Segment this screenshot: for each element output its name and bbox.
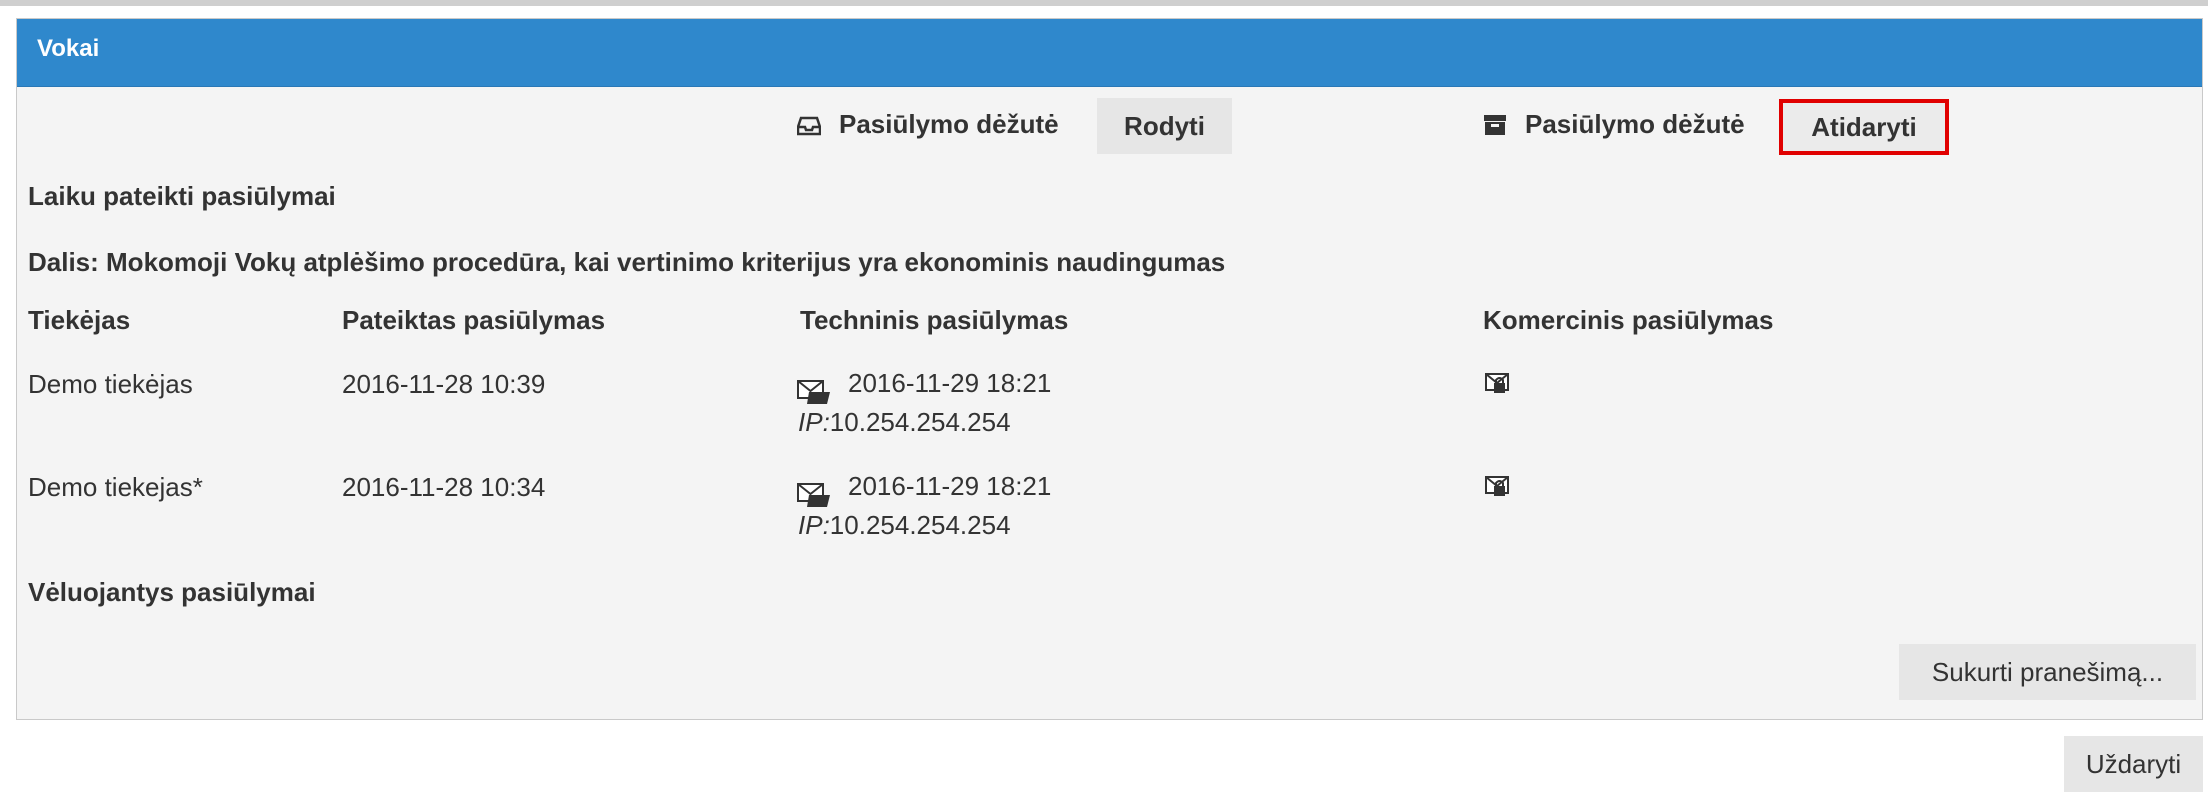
row-1-technical-ip: IP:10.254.254.254 (798, 407, 1011, 438)
opened-envelope-icon[interactable] (797, 479, 833, 509)
close-button[interactable]: Uždaryti (2064, 736, 2203, 792)
row-2-submitted: 2016-11-28 10:34 (342, 472, 546, 502)
row-2-supplier: Demo tiekejas* (28, 472, 203, 502)
panel-title: Vokai (37, 35, 100, 62)
archive-box-icon (1484, 115, 1506, 135)
row-1-supplier: Demo tiekėjas (28, 369, 193, 399)
envelope-box-label-1: Pasiūlymo dėžutė (839, 109, 1059, 139)
column-header-technical: Techninis pasiūlymas (800, 305, 1069, 335)
ip-value: 10.254.254.254 (829, 407, 1011, 437)
lot-heading: Dalis: Mokomoji Vokų atplėšimo procedūra… (28, 247, 1226, 277)
column-header-submitted: Pateiktas pasiūlymas (342, 305, 606, 335)
row-2-technical-ip: IP:10.254.254.254 (798, 510, 1011, 541)
create-message-button[interactable]: Sukurti pranešimą... (1899, 644, 2196, 700)
envelope-box-label-2: Pasiūlymo dėžutė (1525, 109, 1745, 139)
ip-label: IP: (798, 407, 830, 437)
column-header-supplier: Tiekėjas (28, 305, 131, 335)
ip-label: IP: (798, 510, 830, 540)
open-envelope-box-button[interactable]: Atidaryti (1779, 99, 1949, 155)
column-header-commercial: Komercinis pasiūlymas (1483, 305, 1774, 335)
sealed-envelope-icon[interactable] (1485, 371, 1511, 395)
on-time-offers-heading: Laiku pateikti pasiūlymai (28, 181, 336, 211)
envelopes-panel: Vokai Pasiūlymo dėžutė Rodyti Pasiūlymo … (16, 18, 2203, 720)
row-1-submitted: 2016-11-28 10:39 (342, 369, 546, 399)
panel-header: Vokai (17, 19, 2202, 87)
sealed-envelope-icon[interactable] (1485, 474, 1511, 498)
row-2-technical-opened-date: 2016-11-29 18:21 (848, 471, 1052, 501)
top-strip (0, 0, 2208, 6)
late-offers-heading: Vėluojantys pasiūlymai (28, 577, 316, 607)
row-1-technical-opened-date: 2016-11-29 18:21 (848, 368, 1052, 398)
ip-value: 10.254.254.254 (829, 510, 1011, 540)
inbox-icon (797, 116, 821, 136)
opened-envelope-icon[interactable] (797, 376, 833, 406)
show-envelope-box-button[interactable]: Rodyti (1097, 98, 1232, 154)
